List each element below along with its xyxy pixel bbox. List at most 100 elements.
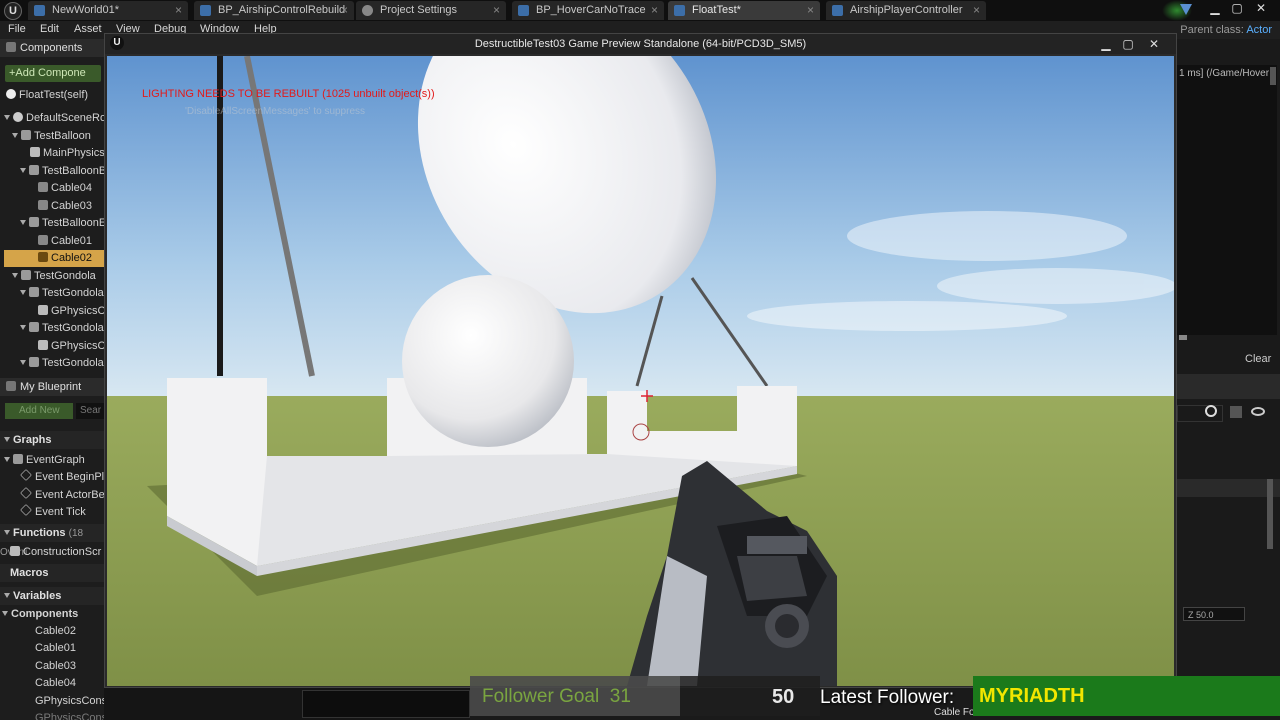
tree-item[interactable]: TestBalloonE [20, 215, 104, 232]
function-icon [10, 546, 20, 556]
components-icon [6, 42, 16, 52]
macros-section[interactable]: Macros [0, 564, 104, 582]
tree-item[interactable]: TestGondola [20, 285, 104, 302]
physics-icon [30, 147, 40, 157]
tab-floattest[interactable]: FloatTest* × [668, 1, 820, 20]
tree-item[interactable]: Cable01 [38, 233, 92, 250]
tree-item[interactable]: GPhysicsCo [38, 338, 104, 355]
scene-icon [13, 112, 23, 122]
add-new-button[interactable]: Add New [5, 403, 73, 419]
close-icon[interactable]: × [493, 1, 500, 20]
tree-item[interactable]: TestBalloonB [20, 163, 104, 180]
tab-bp-airship[interactable]: BP_AirshipControlRebuild × [194, 1, 354, 20]
mesh-icon [29, 287, 39, 297]
details-scrollbar[interactable] [1267, 479, 1273, 549]
expand-arrow-icon[interactable] [12, 273, 18, 278]
details-toolbar [1175, 374, 1280, 399]
unreal-logo-icon: U [4, 2, 22, 20]
variable-item[interactable]: Cable02 [35, 623, 76, 640]
event-graph-item[interactable]: EventGraph [4, 452, 85, 469]
functions-section[interactable]: Functions (18 Overri [0, 524, 104, 558]
event-item[interactable]: Event Tick [20, 504, 86, 521]
mesh-icon [29, 322, 39, 332]
tree-item[interactable]: Cable03 [38, 198, 92, 215]
menu-edit[interactable]: Edit [40, 23, 59, 35]
variables-section[interactable]: Variables [0, 587, 104, 605]
expand-arrow-icon[interactable] [20, 360, 26, 365]
output-log [1177, 65, 1277, 335]
tab-bp-hovercar[interactable]: BP_HoverCarNoTrace × [512, 1, 664, 20]
constraint-icon [38, 340, 48, 350]
blueprint-icon [200, 5, 211, 16]
tree-item[interactable]: MainPhysics [30, 145, 104, 162]
add-component-button[interactable]: +Add Compone [5, 65, 101, 82]
expand-arrow-icon[interactable] [4, 593, 10, 598]
tab-project-settings[interactable]: Project Settings × [356, 1, 506, 20]
close-icon[interactable]: × [175, 1, 182, 20]
log-scrollbar[interactable] [1270, 67, 1276, 85]
tree-item[interactable]: TestBalloon [12, 128, 91, 145]
expand-arrow-icon[interactable] [2, 611, 8, 616]
tree-item[interactable]: DefaultSceneRoo [4, 110, 104, 127]
variable-item[interactable]: Cable01 [35, 640, 76, 657]
components-category[interactable]: Components [2, 606, 78, 623]
maximize-icon[interactable]: ▢ [1119, 36, 1137, 52]
graph-icon [13, 454, 23, 464]
expand-arrow-icon[interactable] [20, 290, 26, 295]
search-input[interactable]: Sear [76, 403, 104, 419]
graphs-section[interactable]: Graphs [0, 431, 104, 449]
variable-item[interactable]: Cable03 [35, 658, 76, 675]
suppress-hint: 'DisableAllScreenMessages' to suppress [185, 106, 366, 117]
tab-newworld[interactable]: NewWorld01* × [28, 1, 188, 20]
cable-icon [38, 200, 48, 210]
expand-arrow-icon[interactable] [12, 133, 18, 138]
expand-arrow-icon[interactable] [4, 457, 10, 462]
mesh-icon [21, 130, 31, 140]
parent-class: Parent class: Actor [1180, 24, 1272, 36]
game-viewport[interactable]: LIGHTING NEEDS TO BE REBUILT (1025 unbui… [107, 56, 1174, 686]
menu-asset[interactable]: Asset [74, 23, 102, 35]
view-options-icon[interactable] [1230, 406, 1242, 418]
expand-arrow-icon[interactable] [20, 325, 26, 330]
tree-item[interactable]: TestGondola [20, 320, 104, 337]
minimize-icon[interactable]: ▁ [1097, 36, 1115, 52]
menu-file[interactable]: File [8, 23, 26, 35]
expand-arrow-icon[interactable] [20, 168, 26, 173]
tree-item-self[interactable]: FloatTest(self) [6, 87, 88, 104]
minimize-icon[interactable]: ▁ [1204, 0, 1226, 16]
eye-icon[interactable] [1251, 407, 1265, 416]
tree-item[interactable]: Cable04 [38, 180, 92, 197]
close-icon[interactable]: × [807, 1, 814, 20]
game-window-titlebar: U DestructibleTest03 Game Preview Standa… [105, 34, 1176, 54]
goal-track [680, 676, 820, 716]
close-window-icon[interactable]: ✕ [1145, 36, 1163, 52]
follower-goal-target: 50 [772, 686, 795, 708]
close-window-icon[interactable]: ✕ [1250, 0, 1272, 16]
blueprint-icon [518, 5, 529, 16]
log-hscroll[interactable] [1179, 335, 1187, 340]
variable-item[interactable]: GPhysicsConstraint01 [35, 693, 104, 710]
expand-arrow-icon[interactable] [4, 115, 10, 120]
close-icon[interactable]: × [973, 1, 980, 20]
expand-arrow-icon[interactable] [4, 437, 10, 442]
search-icon[interactable] [1205, 405, 1217, 417]
close-icon[interactable]: × [341, 1, 348, 20]
tree-item[interactable]: TestGondola [20, 355, 104, 372]
tree-item[interactable]: TestGondola [12, 268, 96, 285]
expand-arrow-icon[interactable] [20, 220, 26, 225]
mesh-icon [29, 217, 39, 227]
clear-button[interactable]: Clear [1245, 353, 1271, 365]
tree-item[interactable]: GPhysicsCo [38, 303, 104, 320]
function-item[interactable]: ConstructionScr [10, 544, 101, 561]
event-item[interactable]: Event ActorBe [20, 487, 104, 504]
expand-arrow-icon[interactable] [4, 530, 10, 535]
z-value-field[interactable]: Z 50.0 [1183, 607, 1245, 621]
variable-item[interactable]: Cable04 [35, 675, 76, 692]
close-icon[interactable]: × [651, 1, 658, 20]
variable-item[interactable]: GPhysicsConstraint04 [35, 710, 104, 720]
actor-icon [6, 89, 16, 99]
tree-item-selected[interactable]: Cable02 [4, 250, 104, 267]
event-item[interactable]: Event BeginPla [20, 469, 104, 486]
maximize-icon[interactable]: ▢ [1226, 0, 1248, 16]
tab-airship-controller[interactable]: AirshipPlayerController × [826, 1, 986, 20]
